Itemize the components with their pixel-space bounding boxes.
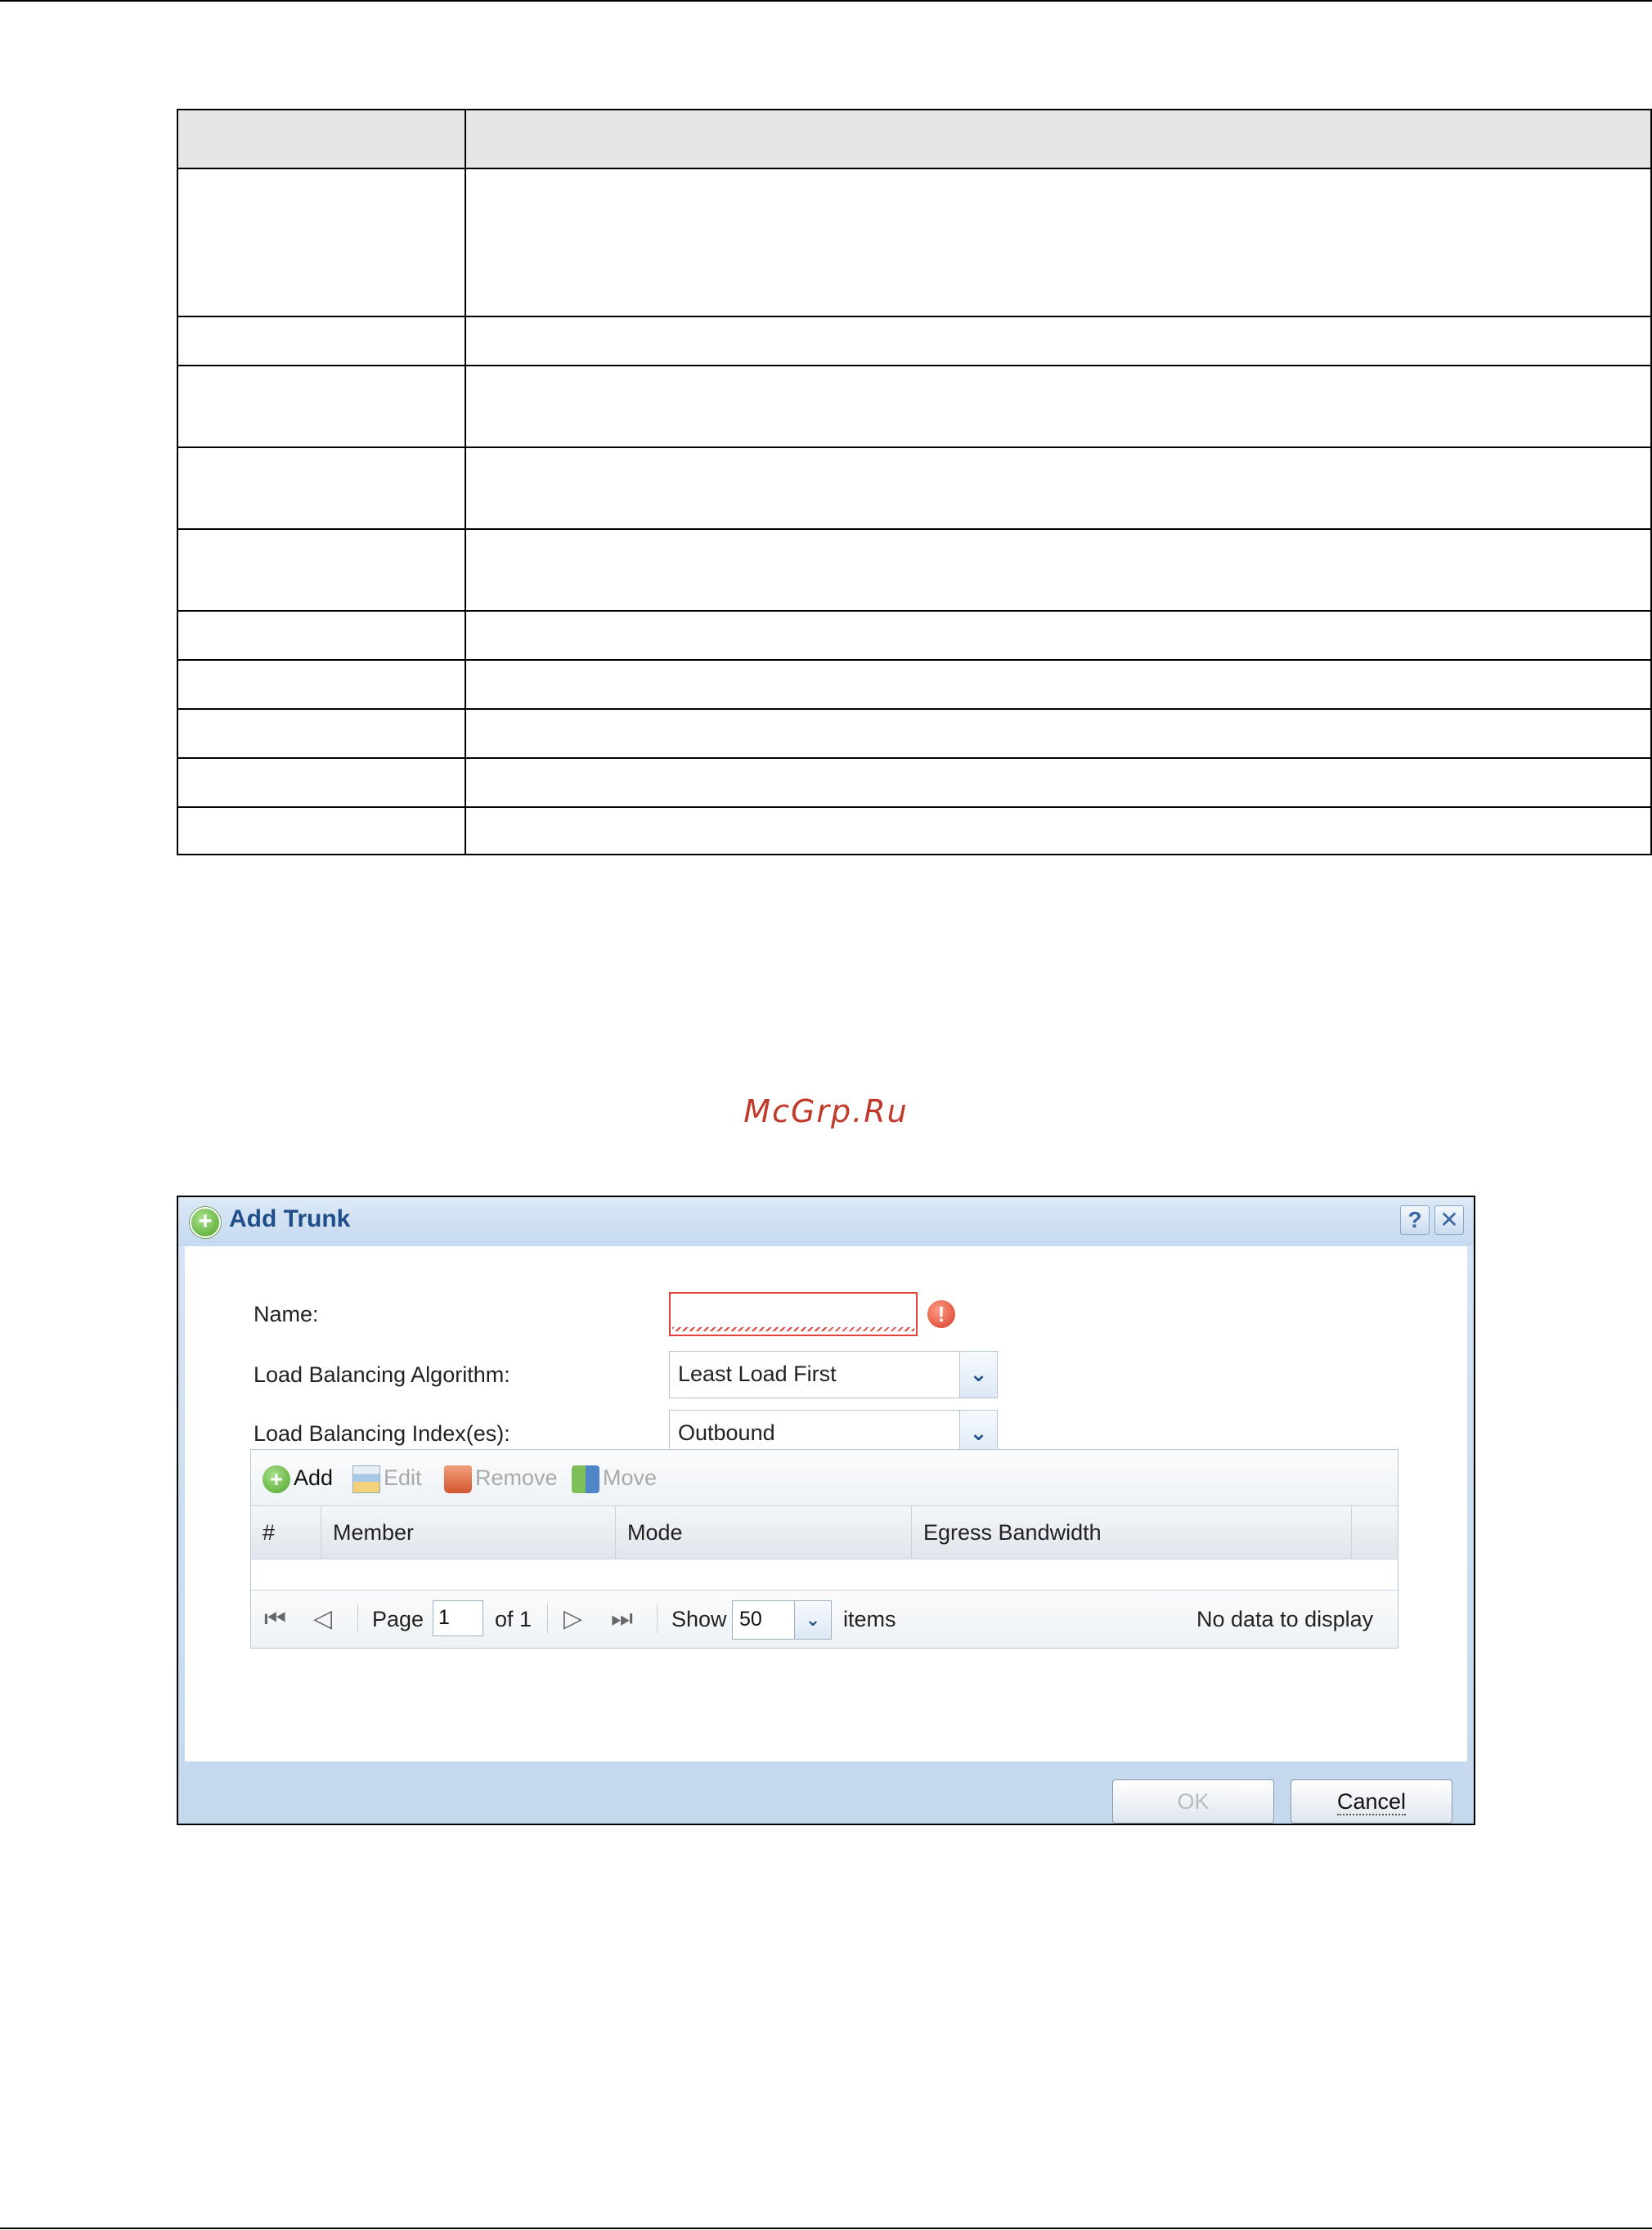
top-page-rule [0,0,1652,2]
trash-icon [444,1465,472,1493]
table-cell [465,316,1652,366]
chevron-down-icon[interactable]: ⌄ [794,1601,831,1639]
table-cell [177,757,466,808]
table-cell [177,528,466,612]
close-button[interactable]: ✕ [1434,1205,1464,1235]
move-button[interactable]: Move [572,1461,657,1494]
table-cell [465,610,1652,661]
edit-label: Edit [384,1465,422,1490]
table-cell [465,806,1652,855]
last-page-icon[interactable]: ⏭ [611,1602,633,1636]
show-label: Show [671,1607,727,1631]
table-cell [177,446,466,530]
cancel-button[interactable]: Cancel [1291,1779,1452,1824]
page-label: Page [372,1607,424,1631]
table-row [177,659,1652,710]
table-row [177,708,1652,759]
page-total: of 1 [495,1607,532,1631]
dialog-body: Name: ! Load Balancing Algorithm: Least … [185,1246,1467,1761]
member-grid: + Add Edit Remove Move # Member Mode Egre… [250,1449,1398,1649]
add-label: Add [294,1465,334,1490]
reference-table [177,109,1652,855]
table-cell [177,365,466,448]
table-row [177,610,1652,661]
grid-header: # Member Mode Egress Bandwidth [251,1505,1398,1559]
edit-icon [352,1465,380,1493]
dialog-titlebar[interactable]: + Add Trunk ? ✕ [178,1197,1474,1246]
column-egress-bandwidth[interactable]: Egress Bandwidth [912,1506,1352,1559]
table-cell [465,708,1652,759]
name-input[interactable] [669,1292,918,1336]
column-member[interactable]: Member [321,1506,616,1559]
page-size-value: 50 [739,1608,762,1631]
error-squiggle [672,1327,914,1331]
add-circle-icon: + [263,1465,290,1493]
table-cell [465,659,1652,710]
table-row [177,316,1652,366]
table-cell [177,708,466,759]
table-row [177,168,1652,317]
table-cell [177,316,466,366]
add-circle-icon: + [190,1207,221,1238]
dialog-title: Add Trunk [229,1205,351,1232]
table-cell [177,806,466,855]
remove-button[interactable]: Remove [444,1461,558,1494]
table-row [177,446,1652,530]
table-cell [465,365,1652,448]
grid-pager: ⏮ ◁ Page 1 of 1 ▷ ⏭ Show 50 ⌄ items No d… [251,1590,1398,1648]
table-cell [177,168,466,317]
table-cell [177,610,466,661]
help-button[interactable]: ? [1400,1205,1430,1235]
table-row [177,528,1652,612]
algorithm-select[interactable]: Least Load First ⌄ [669,1351,998,1398]
table-row [177,757,1652,808]
first-page-icon[interactable]: ⏮ [264,1602,286,1636]
table-row [177,806,1652,855]
items-label: items [843,1607,896,1631]
next-page-icon[interactable]: ▷ [563,1602,582,1636]
ok-button[interactable]: OK [1112,1779,1274,1824]
table-header-row [177,109,1652,169]
table-cell [465,757,1652,808]
grid-toolbar: + Add Edit Remove Move [251,1450,1398,1505]
bottom-page-rule [0,2228,1652,2229]
add-trunk-dialog: + Add Trunk ? ✕ Name: ! Load Balancing A… [177,1196,1475,1825]
table-header-cell [465,109,1652,169]
table-row [177,365,1652,448]
index-label: Load Balancing Index(es): [254,1421,510,1446]
algorithm-label: Load Balancing Algorithm: [254,1362,510,1387]
pager-divider [657,1604,658,1633]
table-cell [465,168,1652,317]
chevron-down-icon[interactable]: ⌄ [959,1352,997,1398]
page-size-select[interactable]: 50 ⌄ [732,1600,832,1640]
table-cell [177,659,466,710]
move-label: Move [603,1465,658,1490]
watermark-text: McGrp.Ru [743,1093,909,1129]
algorithm-value: Least Load First [678,1362,837,1386]
pager-divider [547,1604,548,1633]
table-header-cell [177,109,466,169]
index-value: Outbound [678,1420,775,1445]
page-input[interactable]: 1 [433,1600,483,1636]
name-label: Name: [254,1302,319,1326]
edit-button[interactable]: Edit [352,1461,422,1494]
prev-page-icon[interactable]: ◁ [313,1602,332,1636]
move-icon [572,1465,599,1493]
cancel-label: Cancel [1336,1789,1407,1815]
table-cell [465,446,1652,530]
remove-label: Remove [475,1465,558,1490]
pager-divider [357,1604,358,1633]
column-mode[interactable]: Mode [616,1506,912,1559]
grid-status: No data to display [1196,1607,1374,1631]
column-number[interactable]: # [251,1506,321,1559]
add-button[interactable]: + Add [263,1461,333,1494]
table-cell [465,528,1652,612]
warning-icon: ! [927,1300,955,1328]
